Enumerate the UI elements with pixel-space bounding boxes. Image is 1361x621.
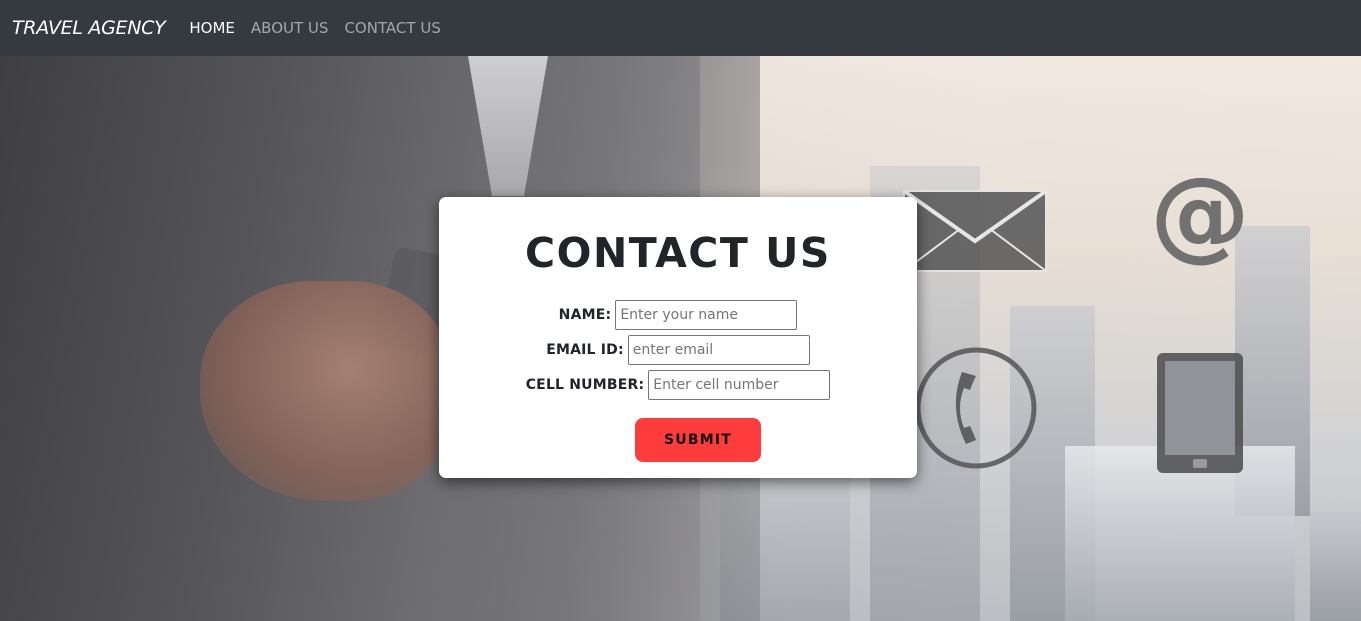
nav-link-contact-us[interactable]: CONTACT US <box>344 19 440 37</box>
brand-logo[interactable]: TRAVEL AGENCY <box>12 17 166 39</box>
nav-link-about-us[interactable]: ABOUT US <box>251 19 329 37</box>
contact-form-card: CONTACT US NAME: EMAIL ID: CELL NUMBER: … <box>439 197 917 478</box>
email-row: EMAIL ID: <box>439 335 917 365</box>
email-label: EMAIL ID: <box>546 342 624 358</box>
name-row: NAME: <box>439 300 917 330</box>
envelope-icon <box>902 189 1048 272</box>
submit-button[interactable]: SUBMIT <box>635 418 761 462</box>
at-icon: @ <box>1150 155 1250 272</box>
contact-form-title: CONTACT US <box>525 229 831 277</box>
phone-handset-icon <box>915 347 1037 469</box>
nav-link-home[interactable]: HOME <box>189 19 235 37</box>
cell-number-row: CELL NUMBER: <box>439 370 917 400</box>
navbar: TRAVEL AGENCY HOME ABOUT US CONTACT US <box>0 0 1361 56</box>
cell-number-label: CELL NUMBER: <box>525 377 645 393</box>
city-building <box>1310 506 1361 621</box>
name-label: NAME: <box>558 307 612 323</box>
hand-image <box>200 281 450 501</box>
name-input[interactable] <box>615 300 798 330</box>
cell-number-input[interactable] <box>648 370 831 400</box>
tablet-icon <box>1157 353 1243 473</box>
email-input[interactable] <box>627 335 810 365</box>
